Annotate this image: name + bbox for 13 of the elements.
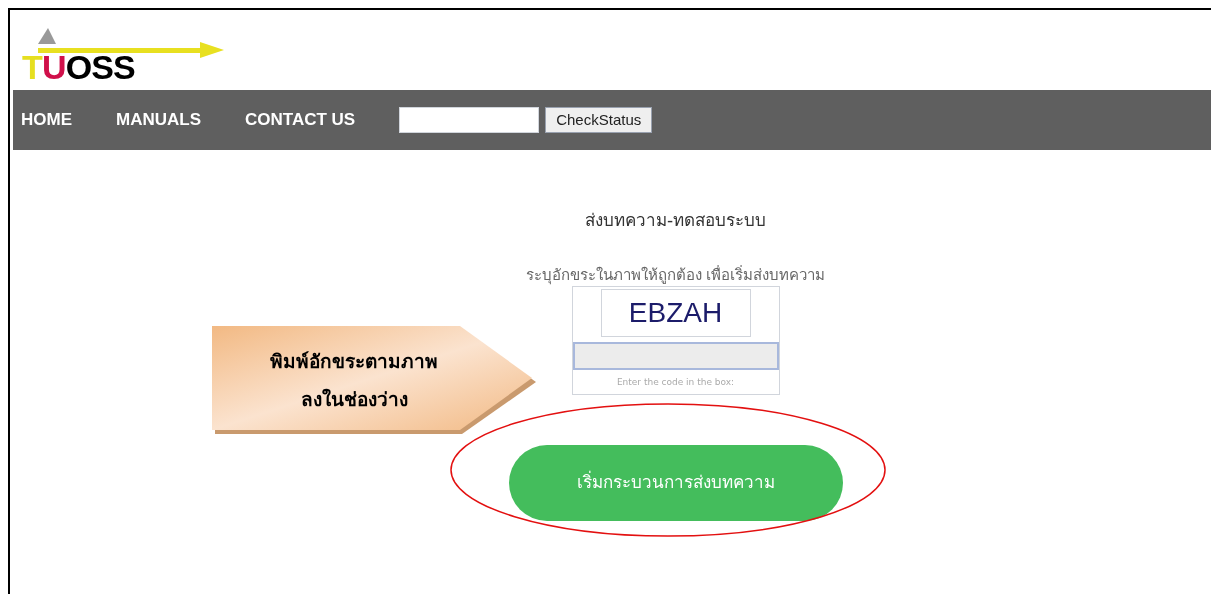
captcha-image: EBZAH [600,289,751,337]
captcha-input[interactable] [572,342,779,370]
nav-link[interactable]: MANUALS [116,107,201,133]
callout-text: ลงในช่องว่าง [300,387,408,412]
captcha-hint: Enter the code in the box: [616,376,735,389]
page-title: ส่งบทความ-ทดสอบระบบ [584,209,767,232]
callout-text: พิมพ์อักขระตามภาพ [270,348,438,374]
instruction-text: ระบุอักขระในภาพให้ถูกต้อง เพื่อเริ่มส่งบทความ [525,264,826,286]
logo-text: TUOSS [22,50,135,84]
nav-link[interactable]: HOME [21,107,72,133]
nav-link[interactable]: CONTACT US [245,107,356,133]
status-input[interactable] [399,107,540,133]
check-status-button[interactable]: CheckStatus [545,107,653,133]
